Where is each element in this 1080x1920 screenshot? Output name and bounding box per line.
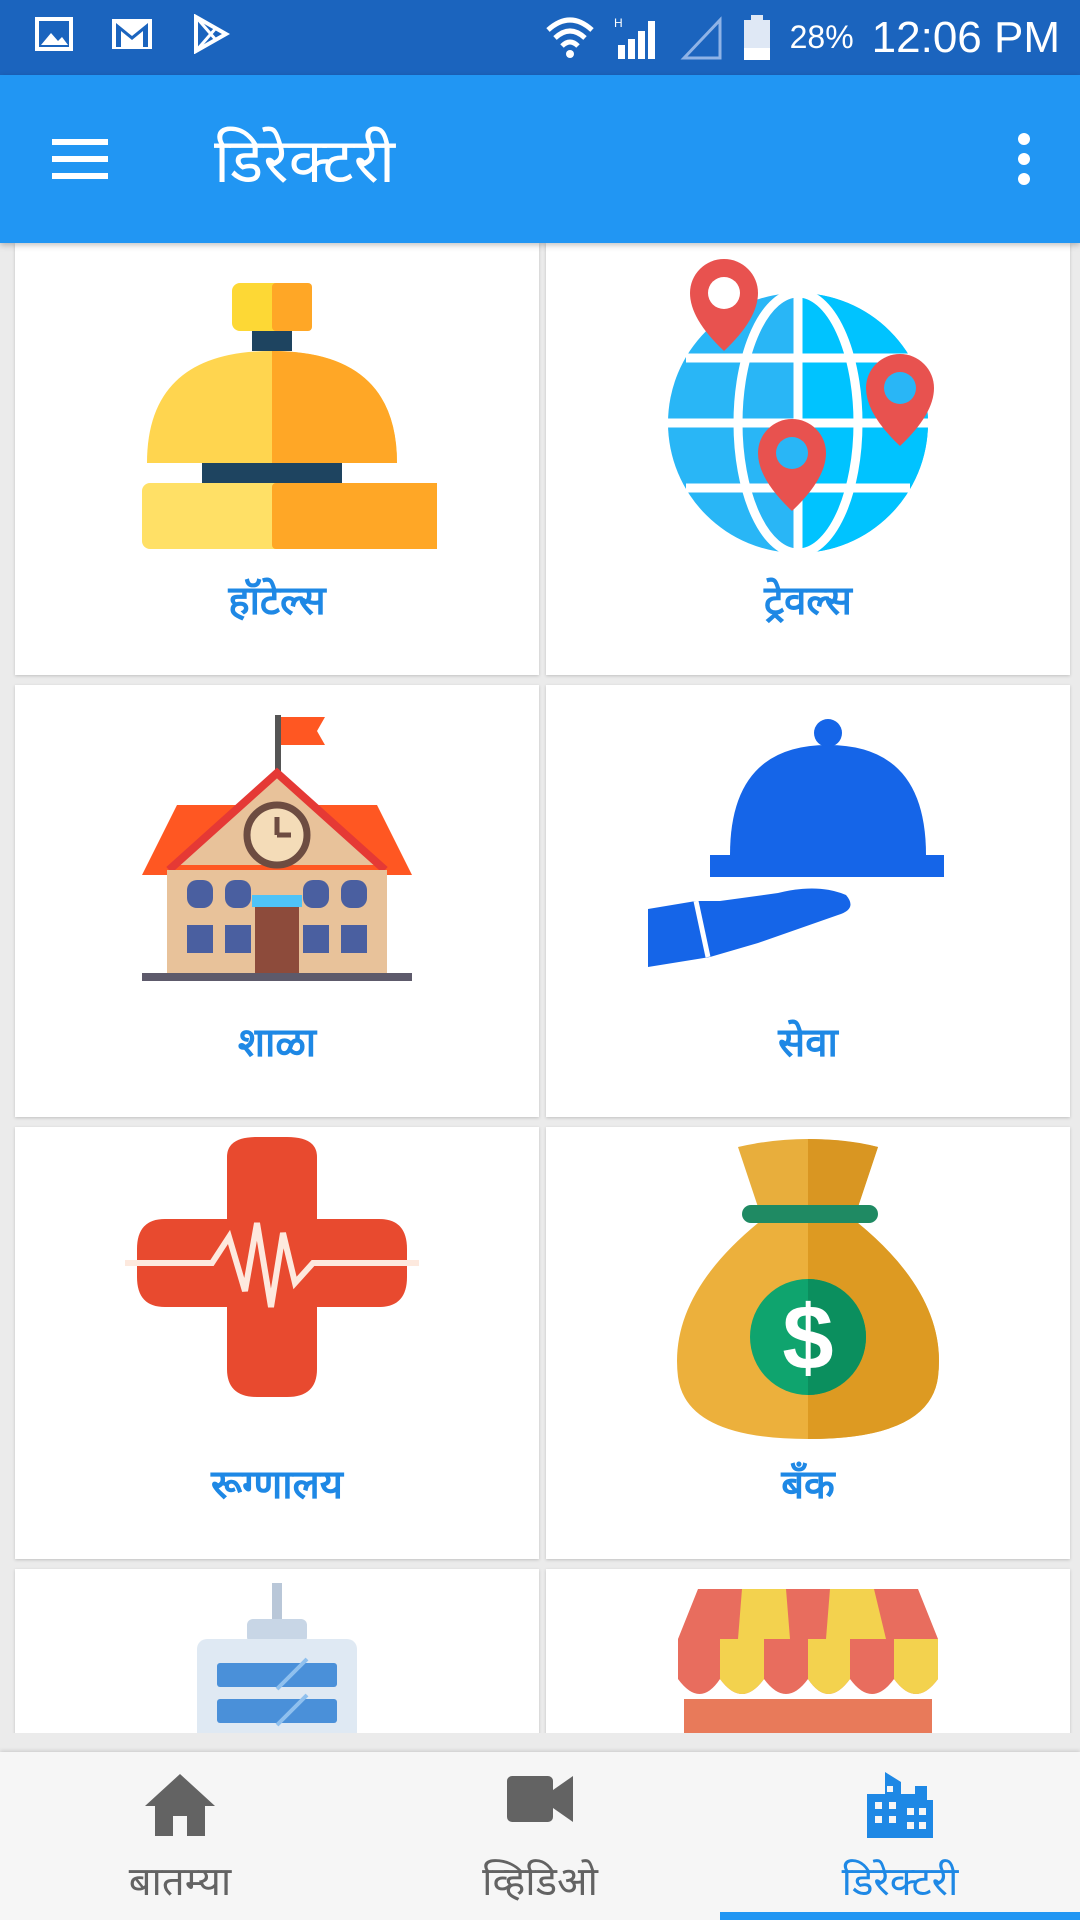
nav-label-directory: डिरेक्टरी xyxy=(841,1859,959,1905)
category-label: सेवा xyxy=(778,1020,838,1066)
bottom-navigation: बातम्या व्हिडिओ डिरेक्टरी xyxy=(0,1752,1080,1920)
status-bar: H 28% 12:06 PM xyxy=(0,0,1080,75)
medical-cross-icon xyxy=(125,1137,419,1397)
globe-pins-icon xyxy=(668,259,934,558)
video-camera-icon xyxy=(507,1776,573,1822)
battery-icon xyxy=(743,14,770,60)
wifi-icon xyxy=(545,17,594,58)
home-icon xyxy=(145,1774,215,1836)
status-indicators: H 28% 12:06 PM xyxy=(544,0,1060,75)
overflow-menu-button[interactable] xyxy=(1004,131,1044,187)
nav-item-directory[interactable]: डिरेक्टरी xyxy=(720,1752,1080,1920)
clock: 12:06 PM xyxy=(871,12,1060,62)
category-card-service[interactable]: सेवा xyxy=(546,685,1070,1117)
office-building-icon xyxy=(197,1583,357,1733)
app-bar: डिरेक्टरी xyxy=(0,75,1080,243)
category-card-bank[interactable]: $ बँक xyxy=(546,1127,1070,1559)
menu-button[interactable] xyxy=(44,133,118,185)
category-card-hospital[interactable]: रूग्णालय xyxy=(15,1127,539,1559)
gallery-notification-icon xyxy=(35,17,73,51)
nav-item-news[interactable]: बातम्या xyxy=(0,1752,360,1920)
more-vert-icon xyxy=(1018,133,1030,185)
hotel-bell-icon xyxy=(142,283,437,549)
category-card-office[interactable] xyxy=(15,1569,539,1733)
nav-label-videos: व्हिडिओ xyxy=(482,1859,598,1905)
category-card-hotels[interactable]: हॉटेल्स xyxy=(15,243,539,675)
no-signal-icon xyxy=(680,15,722,59)
hamburger-menu-icon xyxy=(52,139,108,179)
category-label: बँक xyxy=(781,1462,835,1508)
play-store-notification-icon xyxy=(194,14,230,54)
svg-text:$: $ xyxy=(782,1287,833,1389)
nav-label-news: बातम्या xyxy=(128,1859,232,1905)
city-buildings-icon xyxy=(867,1772,933,1838)
cellular-signal-icon: H xyxy=(614,16,655,59)
category-card-school[interactable]: शाळा xyxy=(15,685,539,1117)
service-cloche-icon xyxy=(648,719,944,967)
category-card-shop[interactable] xyxy=(546,1569,1070,1733)
nav-item-videos[interactable]: व्हिडिओ xyxy=(360,1752,720,1920)
category-label: शाळा xyxy=(237,1020,317,1066)
shop-awning-icon xyxy=(678,1589,938,1733)
money-bag-icon: $ xyxy=(677,1139,939,1439)
category-grid: हॉटेल्स ट्रेवल्स शाळा सेवा रूग्णालय $ बँ… xyxy=(0,243,1080,1733)
battery-percent: 28% xyxy=(789,19,854,55)
svg-text:H: H xyxy=(614,16,623,30)
school-building-icon xyxy=(142,715,412,981)
category-label: हॉटेल्स xyxy=(228,578,326,624)
category-label: रूग्णालय xyxy=(211,1462,343,1508)
page-title: डिरेक्टरी xyxy=(214,124,396,197)
gmail-notification-icon xyxy=(112,19,152,49)
category-card-travels[interactable]: ट्रेवल्स xyxy=(546,243,1070,675)
category-label: ट्रेवल्स xyxy=(764,578,852,624)
active-tab-indicator xyxy=(720,1912,1080,1920)
notification-icons xyxy=(34,14,230,54)
